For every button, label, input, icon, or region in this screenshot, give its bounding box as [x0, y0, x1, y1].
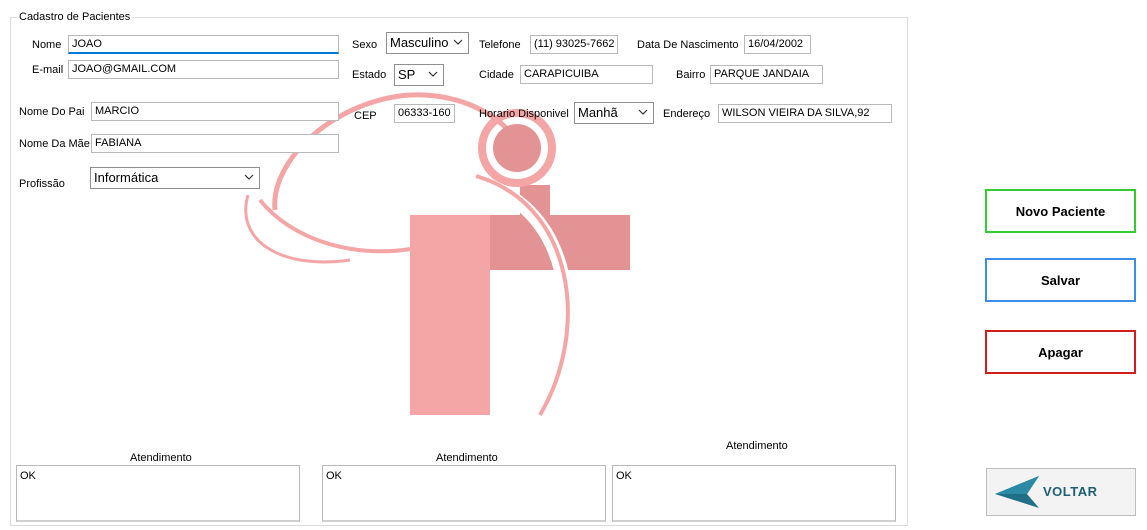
chevron-down-icon [428, 71, 438, 77]
atendimento-textarea-1[interactable]: OK [16, 465, 300, 522]
cidade-input[interactable]: CARAPICUIBA [520, 65, 653, 84]
horario-select[interactable]: Manhã [574, 102, 654, 124]
nascimento-input[interactable]: 16/04/2002 [744, 35, 811, 54]
novo-paciente-button[interactable]: Novo Paciente [985, 189, 1136, 233]
estado-select[interactable]: SP [394, 64, 444, 86]
cidade-label: Cidade [479, 69, 514, 81]
atendimento-textarea-3[interactable]: OK [612, 465, 896, 522]
telefone-label: Telefone [479, 39, 521, 51]
profissao-select[interactable]: Informática [90, 167, 260, 189]
mae-label: Nome Da Mãe [19, 138, 90, 150]
nascimento-label: Data De Nascimento [637, 39, 739, 51]
apagar-button[interactable]: Apagar [985, 330, 1136, 374]
voltar-label: VOLTAR [1043, 484, 1098, 499]
chevron-down-icon [453, 39, 463, 45]
sexo-label: Sexo [352, 39, 378, 51]
endereco-label: Endereço [663, 108, 711, 120]
cep-input[interactable]: 06333-160 [394, 104, 455, 123]
email-label: E-mail [32, 64, 64, 76]
bairro-label: Bairro [676, 69, 706, 81]
atendimento-textarea-2[interactable]: OK [322, 465, 606, 522]
cep-label: CEP [354, 110, 377, 122]
pai-input[interactable]: MARCIO [91, 102, 339, 121]
atendimento-label-3: Atendimento [726, 440, 788, 452]
horario-label: Horario Disponivel [479, 108, 569, 120]
chevron-down-icon [244, 174, 254, 180]
profissao-label: Profissão [19, 178, 65, 190]
email-input[interactable]: JOAO@GMAIL.COM [68, 60, 339, 79]
group-title: Cadastro de Pacientes [17, 11, 133, 23]
endereco-input[interactable]: WILSON VIEIRA DA SILVA,92 [718, 104, 892, 123]
profissao-value: Informática [94, 170, 159, 185]
estado-label: Estado [352, 69, 387, 81]
horario-value: Manhã [578, 105, 618, 120]
voltar-button[interactable]: VOLTAR [986, 468, 1136, 516]
telefone-input[interactable]: (11) 93025-7662 [530, 35, 618, 54]
nome-label: Nome [32, 39, 62, 51]
atendimento-label-1: Atendimento [130, 452, 192, 464]
atendimento-label-2: Atendimento [436, 452, 498, 464]
estado-value: SP [398, 67, 416, 82]
sexo-value: Masculino [390, 35, 449, 50]
salvar-button[interactable]: Salvar [985, 258, 1136, 302]
sexo-select[interactable]: Masculino [386, 32, 469, 54]
mae-input[interactable]: FABIANA [91, 134, 339, 153]
back-arrow-icon [995, 476, 1039, 508]
nome-input[interactable]: JOAO [68, 35, 339, 54]
bairro-input[interactable]: PARQUE JANDAIA [710, 65, 823, 84]
chevron-down-icon [638, 109, 648, 115]
pai-label: Nome Do Pai [19, 106, 85, 118]
